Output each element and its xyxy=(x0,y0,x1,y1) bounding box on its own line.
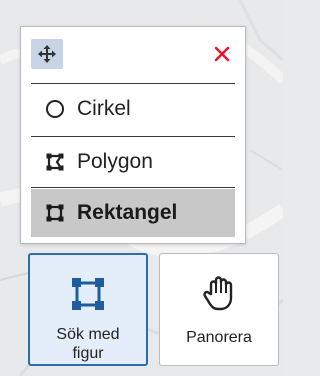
polygon-icon xyxy=(43,150,67,174)
hand-icon xyxy=(203,276,233,311)
close-x-icon xyxy=(214,46,230,62)
label-line: figur xyxy=(72,345,104,362)
shape-option-label: Rektangel xyxy=(77,201,178,224)
move-handle[interactable] xyxy=(31,39,63,69)
divider xyxy=(31,136,235,137)
search-by-shape-label: Sök med figur xyxy=(30,325,146,363)
close-button[interactable] xyxy=(209,41,235,67)
shape-option-label: Polygon xyxy=(77,150,153,173)
shape-option-polygon[interactable]: Polygon xyxy=(31,138,235,186)
shape-square-icon xyxy=(72,278,104,310)
panel-header xyxy=(21,27,245,83)
search-by-shape-button[interactable]: Sök med figur xyxy=(28,253,148,366)
pan-label: Panorera xyxy=(186,329,252,346)
rectangle-icon xyxy=(43,201,67,225)
label-line: Sök med xyxy=(56,326,120,343)
shape-option-rectangle[interactable]: Rektangel xyxy=(31,189,235,237)
shape-option-label: Cirkel xyxy=(77,97,131,120)
divider xyxy=(31,187,235,188)
draw-shape-panel: Cirkel Polygon Rektangel xyxy=(20,26,246,244)
pan-button[interactable]: Panorera xyxy=(159,253,279,366)
circle-icon xyxy=(43,97,67,121)
divider xyxy=(31,83,235,84)
move-arrows-icon xyxy=(38,45,56,63)
shape-option-circle[interactable]: Cirkel xyxy=(31,85,235,133)
